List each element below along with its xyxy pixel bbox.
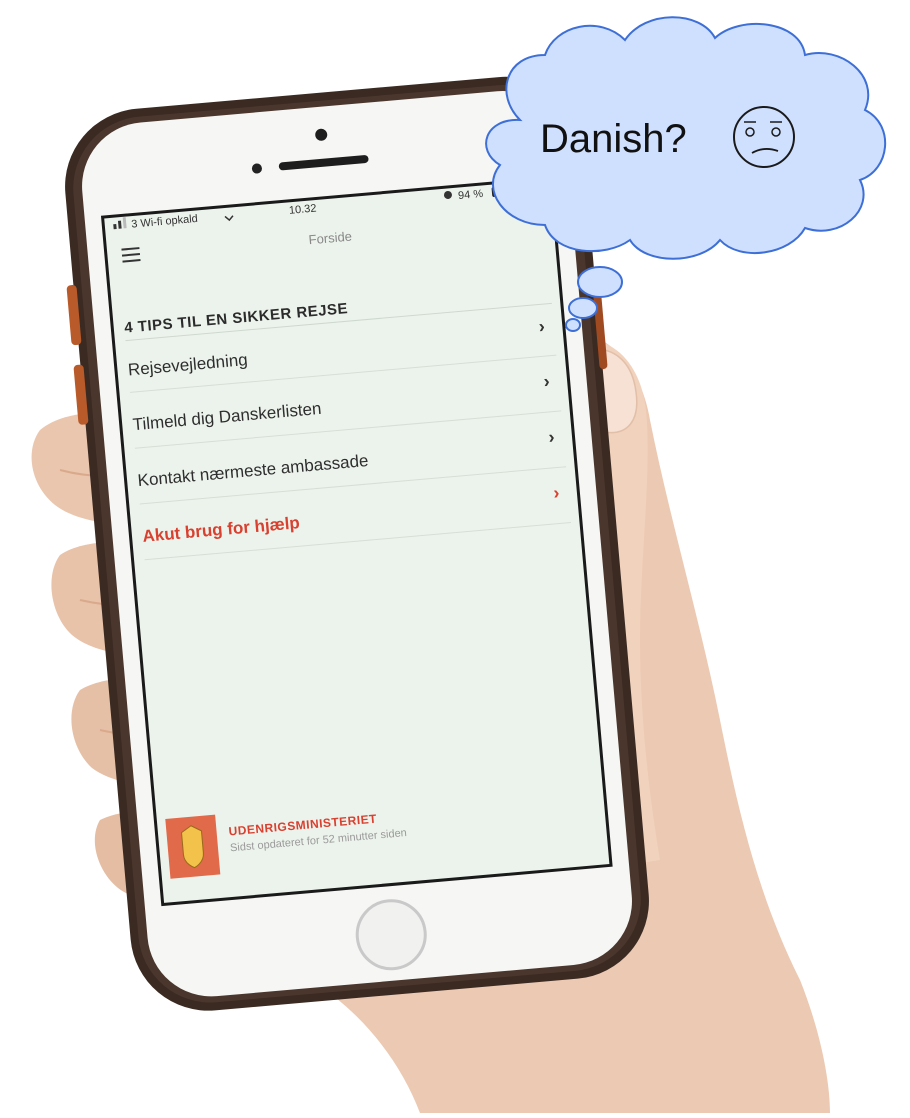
thought-text: Danish?: [540, 117, 687, 161]
status-battery: 94 %: [458, 188, 484, 202]
signal-bar-1: [113, 223, 117, 230]
bubble-dot-large: [577, 266, 623, 298]
scene: 3 Wi-fi opkald 10.32 94 % Forside 4 TIPS…: [31, 16, 887, 1113]
bubble-dot-medium: [568, 297, 598, 319]
status-time: 10.32: [288, 203, 316, 217]
bubble-dot-small: [565, 318, 581, 332]
